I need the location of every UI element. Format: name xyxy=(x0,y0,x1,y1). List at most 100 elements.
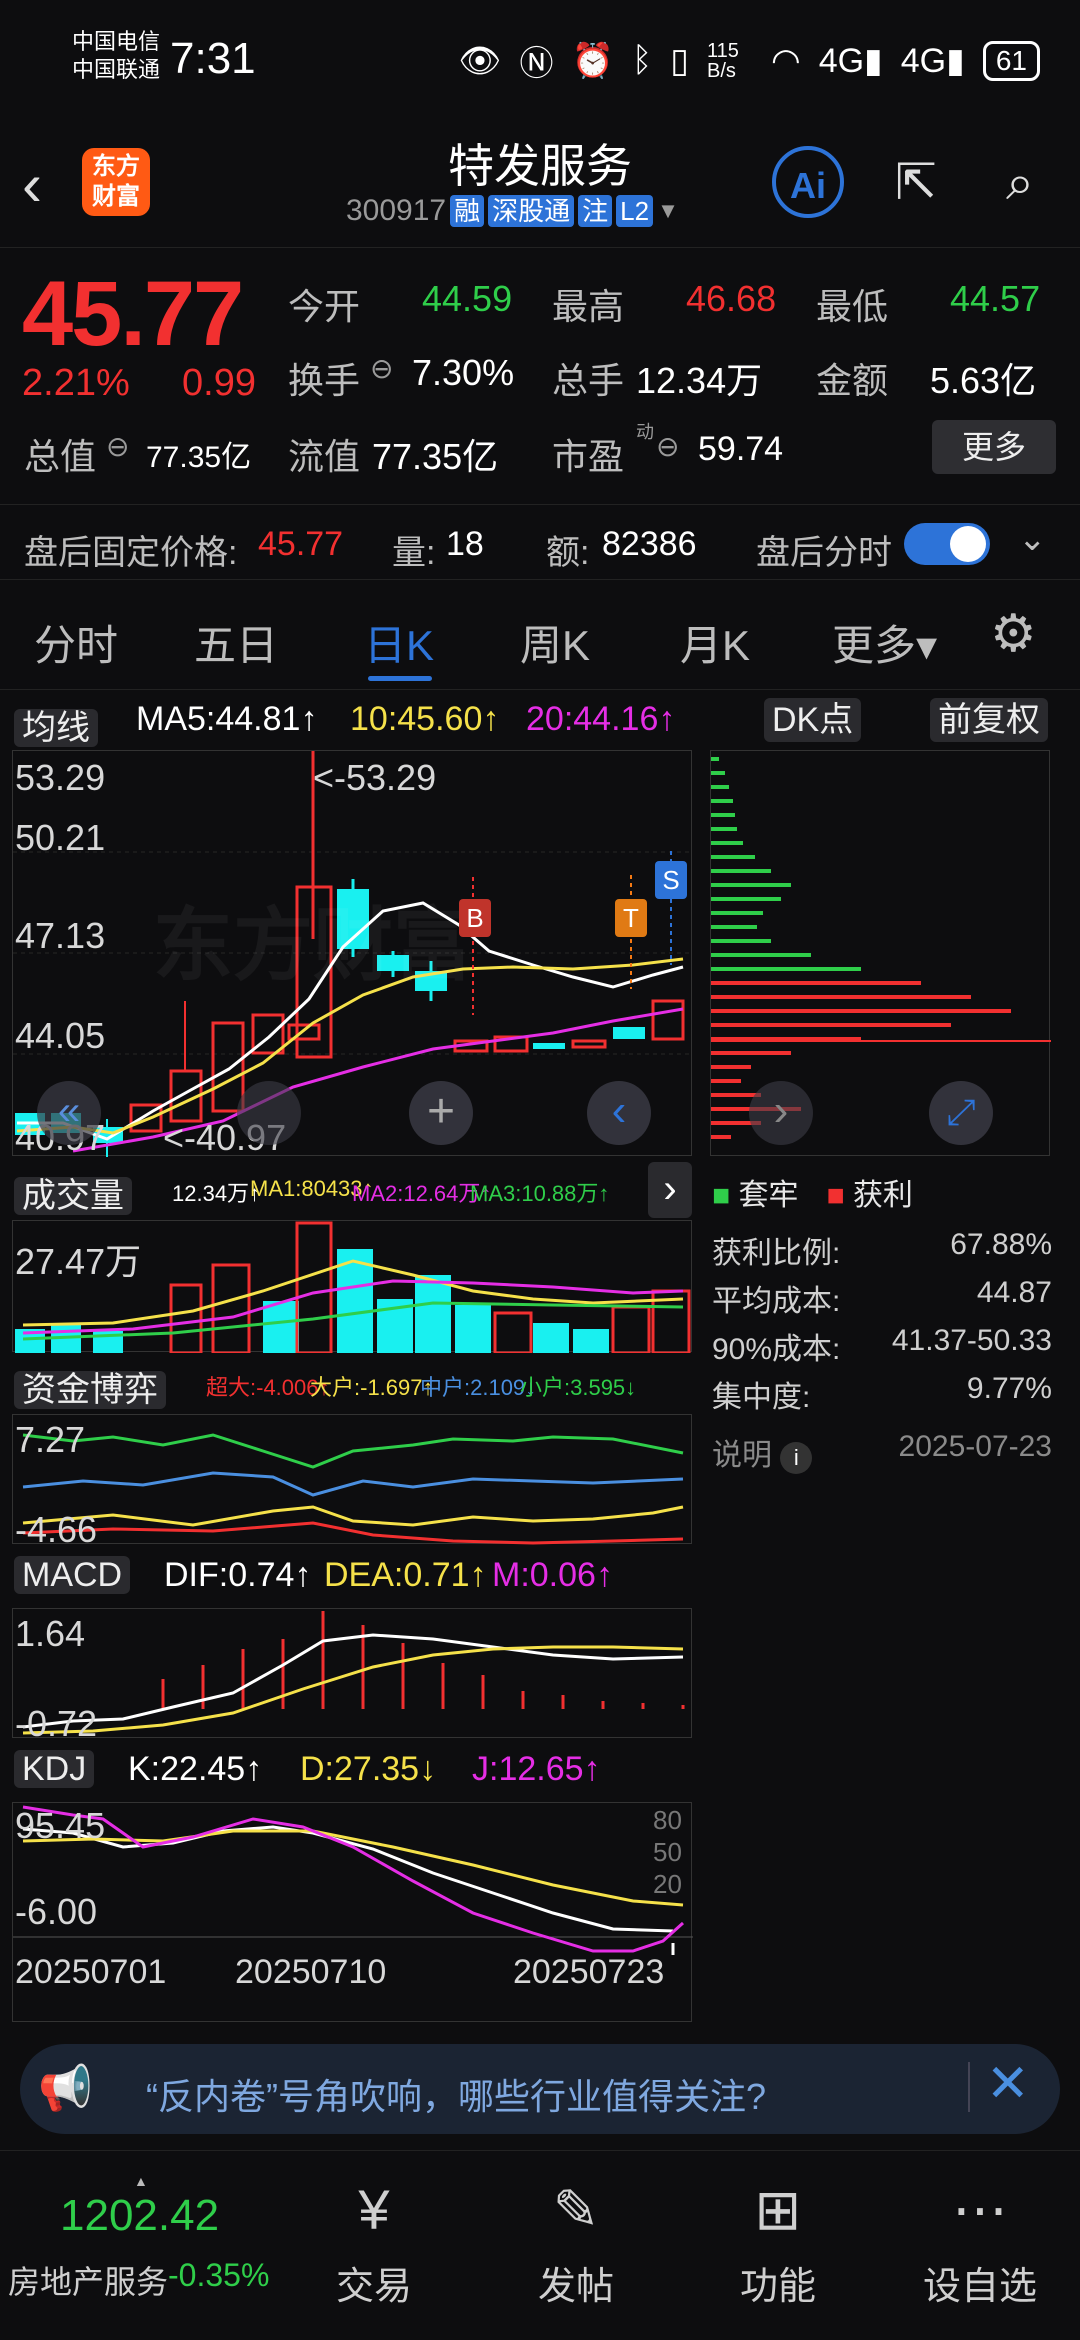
after-hours-toggle[interactable] xyxy=(904,523,990,565)
battery-icon: 61 xyxy=(982,40,1040,81)
turnover-value: 7.30% xyxy=(412,352,515,393)
stock-code-row[interactable]: 300917 融 深股通 注 L2 ▼ xyxy=(346,194,679,228)
more-dots-icon: ⋯ xyxy=(952,2178,1008,2241)
open-value: 44.59 xyxy=(422,278,513,319)
chip-label: 集中度: xyxy=(712,1381,811,1414)
chevron-down-icon: ▼ xyxy=(657,198,679,223)
float-label: 流值 xyxy=(288,436,361,477)
tab-five-day[interactable]: 五日 xyxy=(194,612,278,673)
nav-trade[interactable]: ¥ 交易 xyxy=(304,2175,444,2310)
settings-gear-icon[interactable]: ⚙ xyxy=(990,604,1037,664)
tab-indicator xyxy=(368,676,432,681)
carrier-info: 中国电信 中国联通 xyxy=(72,28,160,84)
status-icons: 👁 Ⓝ ⏰ ᛒ ▯ 115 B/s ◠ 4G▮ 4G▮ 61 xyxy=(458,36,1040,85)
volume-label: 总手 xyxy=(552,360,625,401)
kdj-right-tick: 20 xyxy=(653,1869,682,1899)
rewind-icon[interactable]: « xyxy=(37,1081,101,1145)
t-marker[interactable]: T xyxy=(615,899,647,937)
dk-point-button[interactable]: DK点 xyxy=(764,698,862,742)
fund-selector-label: 资金博弈 xyxy=(14,1371,166,1409)
kdj-panel[interactable]: 95.45 -6.00 80 50 20 20250701 20250710 2… xyxy=(12,1802,693,2022)
chip-value: 41.37-50.33 xyxy=(891,1324,1052,1357)
explain-link[interactable]: 说明 i xyxy=(712,1430,813,1474)
macd-dea: DEA:0.71↑ xyxy=(324,1556,487,1594)
scroll-left-icon[interactable]: ‹ xyxy=(587,1081,651,1145)
kdj-right-tick: 50 xyxy=(653,1837,682,1867)
kdj-selector[interactable]: KDJ xyxy=(14,1750,95,1789)
scroll-right-icon[interactable]: › xyxy=(749,1081,813,1145)
index-change: -0.35% xyxy=(168,2257,270,2293)
vol-ma3: MA3:10.88万↑ xyxy=(470,1181,610,1206)
legend-profit: ■ 获利 xyxy=(826,1179,913,1212)
net-speed: 115 B/s xyxy=(707,39,739,82)
tab-monthly-k[interactable]: 月K xyxy=(680,612,750,673)
volume-panel[interactable]: 27.47万 xyxy=(12,1220,692,1353)
y-tick: 47.13 xyxy=(15,915,106,956)
nav-add-watchlist[interactable]: ⋯ 设自选 xyxy=(910,2175,1050,2310)
expand-right-icon[interactable]: › xyxy=(648,1162,692,1218)
macd-y-tick: 1.64 xyxy=(15,1613,86,1654)
close-icon[interactable]: ✕ xyxy=(986,2054,1030,2114)
pe-value: 59.74 xyxy=(698,430,784,468)
edit-icon: ✎ xyxy=(552,2178,600,2241)
volume-value: 12.34万 xyxy=(636,360,763,401)
sell-marker[interactable]: S xyxy=(655,861,687,899)
y-tick: 53.29 xyxy=(15,757,106,798)
banner-divider xyxy=(968,2062,970,2112)
nav-functions[interactable]: ⊞ 功能 xyxy=(708,2175,848,2310)
tab-weekly-k[interactable]: 周K xyxy=(520,612,590,673)
vibrate-icon: ▯ xyxy=(670,41,690,80)
zoom-in-icon[interactable]: + xyxy=(409,1081,473,1145)
ai-assistant-icon[interactable]: Ai xyxy=(772,146,844,218)
after-hours-toggle-label: 盘后分时 xyxy=(756,534,892,572)
after-hours-vol: 18 xyxy=(446,525,484,563)
nav-trade-label: 交易 xyxy=(335,2266,412,2308)
chip-label: 获利比例: xyxy=(712,1237,841,1270)
chip-row-concentration: 集中度: 9.77% xyxy=(712,1372,1052,1416)
share-icon[interactable]: ⇱ xyxy=(880,146,952,218)
news-banner[interactable]: 📢 “反内卷”号角吹响，哪些行业值得关注? ✕ xyxy=(20,2044,1060,2134)
volume-selector-label: 成交量 xyxy=(14,1177,132,1215)
nav-post-label: 发帖 xyxy=(537,2266,614,2308)
ma-selector-label: 均线 xyxy=(14,709,98,747)
chevron-down-icon[interactable]: ⌄ xyxy=(1018,519,1047,559)
status-time: 7:31 xyxy=(170,34,256,83)
macd-panel[interactable]: 1.64 -0.72 xyxy=(12,1608,692,1744)
info-icon[interactable]: ⊖ xyxy=(656,430,679,463)
stock-header: ‹ 东方财富 特发服务 300917 融 深股通 注 L2 ▼ Ai ⇱ ⌕ xyxy=(0,120,1080,248)
info-icon[interactable]: ⊖ xyxy=(370,352,393,385)
fullscreen-icon[interactable]: ⤢ xyxy=(929,1081,993,1145)
alarm-icon: ⏰ xyxy=(571,41,614,80)
macd-selector[interactable]: MACD xyxy=(14,1556,131,1595)
ma20-value: 20:44.16↑ xyxy=(526,700,676,738)
fund-large: 大户:-1.697↑ xyxy=(310,1375,434,1400)
mcap-value: 77.35亿 xyxy=(146,441,252,474)
nav-post[interactable]: ✎ 发帖 xyxy=(506,2175,646,2310)
macd-m: M:0.06↑ xyxy=(492,1556,613,1594)
tab-intraday[interactable]: 分时 xyxy=(34,612,118,673)
zoom-out-icon[interactable] xyxy=(237,1081,301,1145)
index-value[interactable]: 1202.42 xyxy=(60,2191,219,2241)
ma-selector[interactable]: 均线 xyxy=(14,700,98,749)
legend-trap: ■ 套牢 xyxy=(712,1179,799,1212)
fund-selector[interactable]: 资金博弈 xyxy=(14,1362,166,1411)
macd-chart xyxy=(22,1611,685,1735)
info-icon[interactable]: ⊖ xyxy=(106,430,129,463)
more-quote-button[interactable]: 更多 xyxy=(932,420,1056,474)
status-bar: 中国电信 中国联通 7:31 👁 Ⓝ ⏰ ᛒ ▯ 115 B/s ◠ 4G▮ 4… xyxy=(0,0,1080,120)
current-price: 45.77 xyxy=(22,263,244,365)
tab-daily-k[interactable]: 日K xyxy=(364,612,434,673)
ma10-value: 10:45.60↑ xyxy=(350,700,500,738)
buy-marker[interactable]: B xyxy=(459,899,491,937)
tab-more[interactable]: 更多▾ xyxy=(832,612,937,673)
chip-value: 9.77% xyxy=(966,1372,1052,1405)
kdj-j: J:12.65↑ xyxy=(472,1750,601,1788)
vol-current: 12.34万↑ xyxy=(172,1181,261,1206)
volume-selector[interactable]: 成交量 xyxy=(14,1168,132,1217)
nav-functions-label: 功能 xyxy=(739,2266,816,2308)
kline-panel[interactable]: 53.29 50.21 47.13 44.05 40.97 <-53.29 <-… xyxy=(12,750,693,1158)
chip-label: 90%成本: xyxy=(712,1333,841,1366)
adjust-button[interactable]: 前复权 xyxy=(930,698,1048,742)
fund-panel[interactable]: 7.27 -4.66 xyxy=(12,1414,692,1550)
search-icon[interactable]: ⌕ xyxy=(984,146,1056,218)
